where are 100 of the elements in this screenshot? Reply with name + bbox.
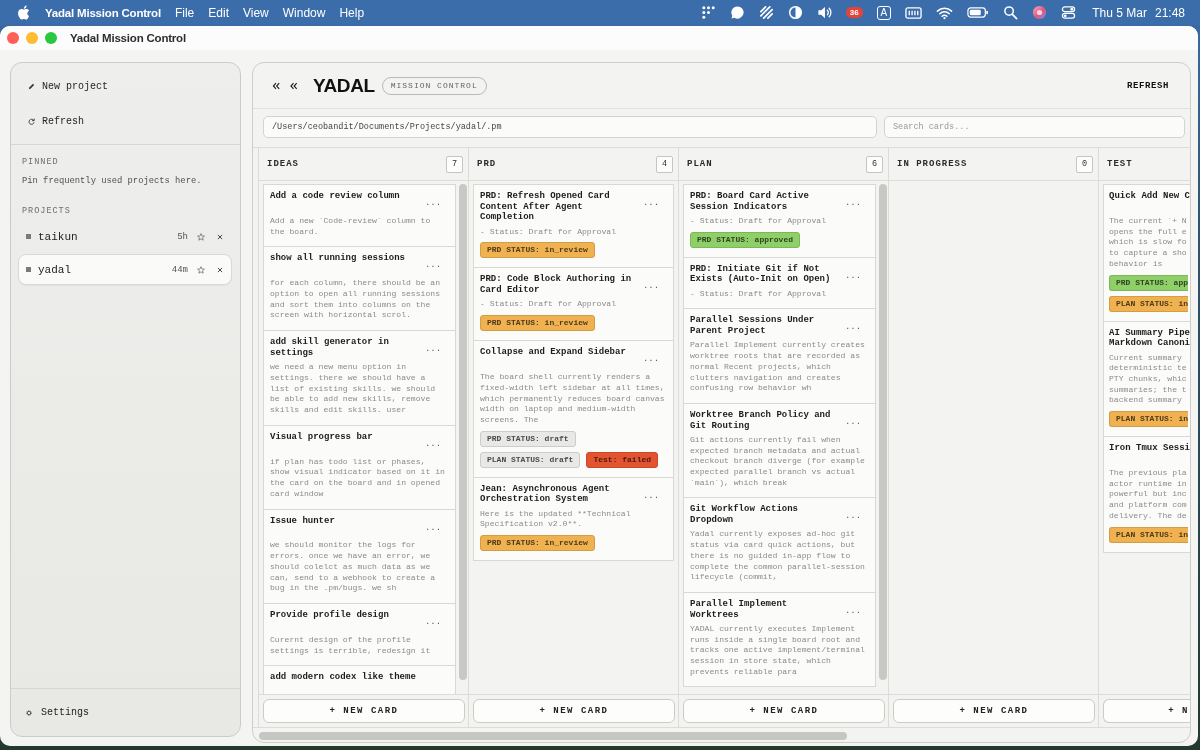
- card-description: we need a new menu option in settings. there we should have a list of existing skills. we should be able to add new skills, remove skills and edit skills. user: [270, 362, 437, 416]
- half-circle-icon[interactable]: [787, 5, 803, 20]
- new-card-button[interactable]: + NEW CARD: [683, 699, 885, 723]
- menu-item[interactable]: Window: [282, 5, 326, 20]
- card-title: add skill generator in settings: [270, 337, 390, 359]
- kanban-card[interactable]: Jean: Asynchronous Agent Orchestration System ... Here is the updated **Technical Specification v2.0**. PRD STATUS: in_review: [473, 476, 674, 561]
- menu-bar-clock[interactable]: 21:48: [1154, 5, 1185, 20]
- menu-item[interactable]: Help: [339, 5, 365, 20]
- card-title: Worktree Branch Policy and Git Routing: [690, 409, 832, 432]
- star-icon[interactable]: [197, 265, 205, 274]
- vertical-scrollbar[interactable]: [879, 184, 887, 680]
- new-project-button[interactable]: New project: [11, 71, 240, 101]
- card-menu-button[interactable]: ...: [422, 438, 444, 450]
- vertical-scrollbar[interactable]: [459, 184, 467, 680]
- card-menu-button[interactable]: ...: [842, 270, 864, 282]
- new-card-button[interactable]: + NEW CARD: [893, 699, 1095, 723]
- toggles-icon[interactable]: [1061, 5, 1077, 20]
- double-chevron-left-icon[interactable]: [289, 81, 298, 90]
- card-description: The previous pla actor runtime in powerful but inc and platform com delivery. The de: [1109, 468, 1188, 522]
- window-title: Yadal Mission Control: [70, 32, 186, 44]
- card-menu-button[interactable]: ...: [640, 490, 662, 502]
- kanban-card[interactable]: Issue hunter ... we should monitor the logs for errors. once we have an error, we should colelct as much data as we can, send to a webhook to create a bug in the .pm/bugs. we sh: [263, 508, 456, 604]
- new-card-button[interactable]: + N: [1103, 699, 1190, 723]
- settings-button[interactable]: Settings: [26, 707, 89, 718]
- card-menu-button[interactable]: ...: [422, 344, 444, 355]
- dots-grid-icon[interactable]: [700, 5, 716, 20]
- new-card-button[interactable]: + NEW CARD: [473, 699, 675, 723]
- menu-item[interactable]: File: [174, 5, 195, 20]
- card-menu-button[interactable]: ...: [842, 198, 864, 209]
- horizontal-scrollbar[interactable]: [259, 732, 847, 740]
- close-window-button[interactable]: [7, 32, 19, 44]
- star-icon[interactable]: [197, 232, 205, 241]
- new-card-button[interactable]: + NEW CARD: [263, 699, 465, 723]
- kanban-card[interactable]: show all running sessions ... for each column, there should be an option to open all running sessions and sort them into columns on the screen with horizontal scrol.: [263, 246, 456, 332]
- project-item[interactable]: yadal 44m: [18, 254, 232, 285]
- input-source-indicator[interactable]: A: [876, 5, 892, 20]
- kanban-card[interactable]: Provide profile design ... Curernt design of the profile settings is terrible, redesign it: [263, 603, 456, 667]
- kanban-card[interactable]: [473, 340, 674, 478]
- card-description: The current `+ N opens the full e which is slow fo to capture a sho behavior is: [1109, 216, 1188, 270]
- battery-icon[interactable]: [967, 6, 990, 19]
- kanban-card[interactable]: Visual progress bar ... if plan has todo list or phases, show visual indicator based on it in the card on the board and in opened card window: [263, 424, 456, 510]
- card-count: 0: [1076, 155, 1093, 173]
- kanban-card[interactable]: PRD: Code Block Authoring in Card Editor ... - Status: Draft for Approval PRD STATUS: in_review: [473, 267, 674, 342]
- kanban-card[interactable]: Parallel Implement Worktrees ... YADAL currently executes Implement runs inside a single board root and tracks one active implement/terminal session in store state, which prevents reliable para: [683, 591, 876, 688]
- card-menu-button[interactable]: ...: [640, 281, 662, 293]
- card-menu-button[interactable]: ...: [422, 522, 444, 534]
- card-menu-button[interactable]: ...: [422, 260, 444, 272]
- card-menu-button[interactable]: ...: [842, 322, 864, 334]
- menu-item[interactable]: Edit: [208, 5, 229, 20]
- kanban-card[interactable]: Git Workflow Actions Dropdown ... Yadal currently exposes ad-hoc git status via card quick actions, but there is no guided in-app flow to complete the common parallel-session lifecycle (commit,: [683, 497, 876, 593]
- card-title: PRD: Initiate Git if Not Exists (Auto-Init on Open): [690, 263, 832, 286]
- kanban-card[interactable]: Iron Tmux Sessi The previous pla actor runtime in powerful but inc and platform com delivery. The de PLAN STATUS: in: [1103, 436, 1190, 553]
- status-tag: PRD STATUS: in_review: [480, 315, 595, 332]
- card-menu-button[interactable]: ...: [422, 198, 444, 209]
- kanban-card[interactable]: PRD: Initiate Git if Not Exists (Auto-Init on Open) ... - Status: Draft for Approval: [683, 256, 876, 310]
- kanban-card[interactable]: PRD: Refresh Opened Card Content After Agent Completion ... - Status: Draft for Approval PRD STATUS: in_review: [473, 184, 674, 269]
- stripes-icon[interactable]: [758, 5, 774, 20]
- card-title: Issue hunter: [270, 515, 336, 527]
- keyboard-icon[interactable]: [905, 5, 923, 20]
- app-menu[interactable]: Yadal Mission Control: [45, 6, 161, 19]
- card-menu-button[interactable]: ...: [842, 416, 864, 428]
- empty-state-text: Pin frequently used projects here.: [22, 176, 203, 186]
- project-item[interactable]: taikun 5h: [18, 221, 232, 252]
- apple-icon[interactable]: [17, 5, 30, 20]
- card-menu-button[interactable]: ...: [640, 354, 662, 365]
- close-icon[interactable]: [217, 233, 223, 240]
- speaker-icon[interactable]: [816, 5, 832, 20]
- kanban-card[interactable]: add skill generator in settings ... we need a new menu option in settings. there we should have a list of existing skills. we should be able to add new skills, remove skills and edit skills. user: [263, 330, 456, 426]
- card-title: Git Workflow Actions Dropdown: [690, 504, 800, 526]
- card-menu-button[interactable]: ...: [422, 617, 444, 628]
- kanban-card[interactable]: Quick Add New C The current `+ N opens the full e which is slow fo to capture a sho behavior is PRD STATUS: app PLAN STATUS: in: [1103, 184, 1190, 322]
- notification-badge[interactable]: 36: [845, 7, 863, 18]
- kanban-card[interactable]: Add a code review column ... Add a new `Code-review` column to the board.: [263, 184, 456, 248]
- card-description: - Status: Draft for Approval: [690, 288, 827, 300]
- search-field[interactable]: Search cards...: [884, 116, 1185, 138]
- menu-item[interactable]: View: [242, 5, 269, 20]
- menu-bar-date[interactable]: Thu 5 Mar: [1092, 5, 1147, 20]
- kanban-card[interactable]: [683, 402, 876, 499]
- refresh-button[interactable]: REFRESH: [1127, 80, 1169, 91]
- card-description: Curernt design of the profile settings is terrible, redesign it: [270, 635, 432, 657]
- card-menu-button[interactable]: ...: [842, 605, 864, 617]
- chat-bubble-icon[interactable]: [729, 5, 745, 20]
- search-icon[interactable]: [1003, 5, 1019, 20]
- card-menu-button[interactable]: ...: [842, 511, 864, 523]
- card-title: show all running sessions: [270, 253, 407, 265]
- card-title: AI Summary Pipe Markdown Canoni: [1109, 327, 1190, 349]
- orb-icon[interactable]: [1032, 5, 1048, 20]
- kanban-card[interactable]: PRD: Board Card Active Session Indicators ... - Status: Draft for Approval PRD STATUS: approved: [683, 184, 876, 258]
- kanban-card[interactable]: AI Summary Pipe Markdown Canoni Current summary deterministic te PTY chunks, whic summaries; the t backend summary PLAN STATUS: in: [1103, 320, 1190, 437]
- close-icon[interactable]: [217, 266, 223, 273]
- wifi-icon[interactable]: [936, 5, 954, 20]
- kanban-card[interactable]: [683, 308, 876, 404]
- card-description: Current summary deterministic te PTY chunks, whic summaries; the t backend summary: [1109, 352, 1188, 406]
- card-title: Add a code review column: [270, 191, 401, 202]
- path-field[interactable]: /Users/ceobandit/Documents/Projects/yadal/.pm: [263, 116, 877, 138]
- card-menu-button[interactable]: ...: [640, 198, 662, 209]
- refresh-button[interactable]: Refresh: [11, 106, 240, 136]
- card-description: - Status: Draft for Approval: [690, 216, 827, 227]
- double-chevron-left-icon[interactable]: [272, 81, 280, 90]
- kanban-card[interactable]: add modern codex like theme: [263, 665, 456, 694]
